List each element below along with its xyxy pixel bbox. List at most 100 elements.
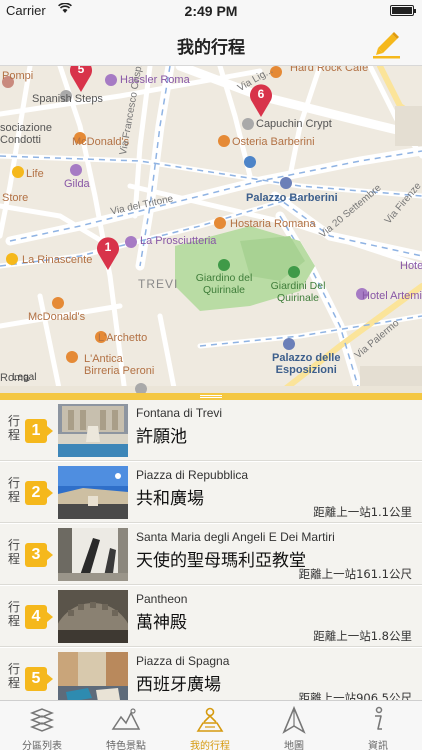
map-label: Spanish Steps: [32, 93, 103, 105]
map-label: Pompi: [2, 70, 34, 82]
poi-icon: [12, 166, 24, 178]
tab-info[interactable]: 資訊: [336, 701, 420, 750]
poi-icon: [66, 351, 78, 363]
thumbnail: [58, 528, 128, 581]
clock: 2:49 PM: [184, 3, 238, 19]
map-label: Store: [2, 192, 29, 204]
place-name-en: Fontana di Trevi: [136, 406, 223, 420]
tab-label: 分區列表: [22, 741, 62, 750]
poi-icon: [70, 164, 82, 176]
thumbnail: [58, 652, 128, 700]
map-pin-5[interactable]: 5: [68, 66, 94, 92]
tab-label: 地圖: [284, 741, 304, 750]
itinerary-row[interactable]: 行程 1 Fontana di Trevi 許願池: [0, 400, 422, 461]
row-tag: 行程: [7, 538, 20, 566]
map-label: Giardini Del Quirinale: [270, 280, 326, 304]
map-pin-1[interactable]: 1: [95, 236, 121, 270]
itinerary-row[interactable]: 行程 2 Piazza di Repubblica 共和廣場 距離上一站1.1公…: [0, 462, 422, 523]
map-view[interactable]: Pompi Spanish Steps Hassler Roma Hard Ro…: [0, 66, 422, 393]
map-label: Hard Rock Cafe: [290, 66, 369, 74]
row-tag: 行程: [7, 476, 20, 504]
map-label: Hotel Artemi: [362, 290, 422, 302]
map-pin-6[interactable]: 6: [248, 83, 274, 117]
row-tag: 行程: [7, 662, 20, 690]
poi-icon: [242, 118, 254, 130]
map-label: Hostaria Romana: [230, 218, 316, 230]
thumbnail: [58, 590, 128, 643]
thumbnail: [58, 466, 128, 519]
tab-my-itinerary[interactable]: 我的行程: [168, 701, 252, 750]
itinerary-list[interactable]: 行程 1 Fontana di Trevi 許願池 行程 2 Piazza di…: [0, 400, 422, 700]
poi-icon: [214, 217, 226, 229]
park-icon: [288, 266, 300, 278]
stop-number-badge: 1: [25, 419, 53, 443]
drag-grip-icon: [200, 395, 222, 398]
distance-label: 距離上一站1.8公里: [313, 629, 412, 643]
place-name-en: Piazza di Repubblica: [136, 468, 249, 482]
attractions-icon: [111, 708, 141, 730]
tab-label: 我的行程: [190, 741, 230, 750]
place-name-en: Santa Maria degli Angeli E Dei Martiri: [136, 530, 335, 544]
distance-label: 距離上一站161.1公尺: [298, 567, 412, 581]
my-itinerary-icon: [196, 707, 224, 732]
page-title: 我的行程: [177, 38, 245, 58]
map-label: L'Antica Birreria Peroni: [84, 353, 155, 377]
nav-bar: 我的行程: [0, 22, 422, 66]
map-label: sociazione: [0, 122, 52, 134]
pencil-icon: [373, 32, 400, 59]
map-label: Hote: [400, 260, 422, 272]
place-name-zh: 共和廣場: [136, 489, 204, 509]
place-name-en: Piazza di Spagna: [136, 654, 230, 668]
tab-attractions[interactable]: 特色景點: [84, 701, 168, 750]
poi-icon: [105, 74, 117, 86]
map-label: Osteria Barberini: [232, 136, 315, 148]
status-bar: Carrier 2:49 PM: [0, 0, 422, 22]
itinerary-row[interactable]: 行程 4 Pantheon 萬神殿 距離上一站1.8公里: [0, 586, 422, 647]
thumbnail: [58, 404, 128, 457]
distance-label: 距離上一站1.1公里: [313, 505, 412, 519]
park-icon: [218, 259, 230, 271]
poi-icon: [52, 297, 64, 309]
map-label: Giardino del Quirinale: [195, 272, 253, 296]
tab-bar: 分區列表 特色景點 我的行程 地圖 資訊: [0, 700, 422, 750]
tab-region-list[interactable]: 分區列表: [0, 701, 84, 750]
info-icon: [375, 706, 383, 730]
map-label: Gilda: [64, 178, 90, 190]
poi-icon: [125, 236, 137, 248]
region-list-icon: [29, 708, 55, 732]
tab-map[interactable]: 地圖: [252, 701, 336, 750]
poi-icon: [6, 253, 18, 265]
museum-icon: [283, 338, 295, 350]
map-label: Palazzo Barberini: [246, 192, 338, 204]
map-label: La Rinascente: [22, 254, 93, 266]
tab-label: 資訊: [368, 741, 388, 750]
place-name-en: Pantheon: [136, 592, 188, 606]
place-name-zh: 許願池: [136, 427, 187, 447]
edit-button[interactable]: [370, 28, 402, 60]
row-tag: 行程: [7, 600, 20, 628]
poi-icon: [218, 135, 230, 147]
museum-icon: [280, 177, 292, 189]
legal-link[interactable]: Legal: [12, 372, 36, 383]
itinerary-row[interactable]: 行程 5 Piazza di Spagna 西班牙廣場 距離上一站906.5公尺: [0, 648, 422, 700]
map-icon: [282, 705, 306, 734]
map-label: TREVI: [138, 277, 179, 291]
map-label: McDonald's: [28, 311, 86, 323]
row-tag: 行程: [7, 414, 20, 442]
stop-number-badge: 3: [25, 543, 53, 567]
map-label: Life: [26, 168, 44, 180]
stop-number-badge: 2: [25, 481, 53, 505]
map-label: Capuchin Crypt: [256, 118, 332, 130]
stop-number-badge: 5: [25, 667, 53, 691]
place-name-zh: 天使的聖母瑪利亞教堂: [136, 551, 306, 571]
map-label: Condotti: [0, 134, 41, 146]
itinerary-row[interactable]: 行程 3 Santa Maria degli Angeli E Dei Mart…: [0, 524, 422, 585]
distance-label: 距離上一站906.5公尺: [298, 691, 412, 700]
stop-number-badge: 4: [25, 605, 53, 629]
transit-icon: [244, 156, 256, 168]
place-name-zh: 西班牙廣場: [136, 675, 221, 695]
battery-icon: [390, 5, 416, 16]
place-name-zh: 萬神殿: [136, 613, 187, 633]
map-label: L'Archetto: [98, 332, 148, 344]
tab-label: 特色景點: [106, 741, 146, 750]
